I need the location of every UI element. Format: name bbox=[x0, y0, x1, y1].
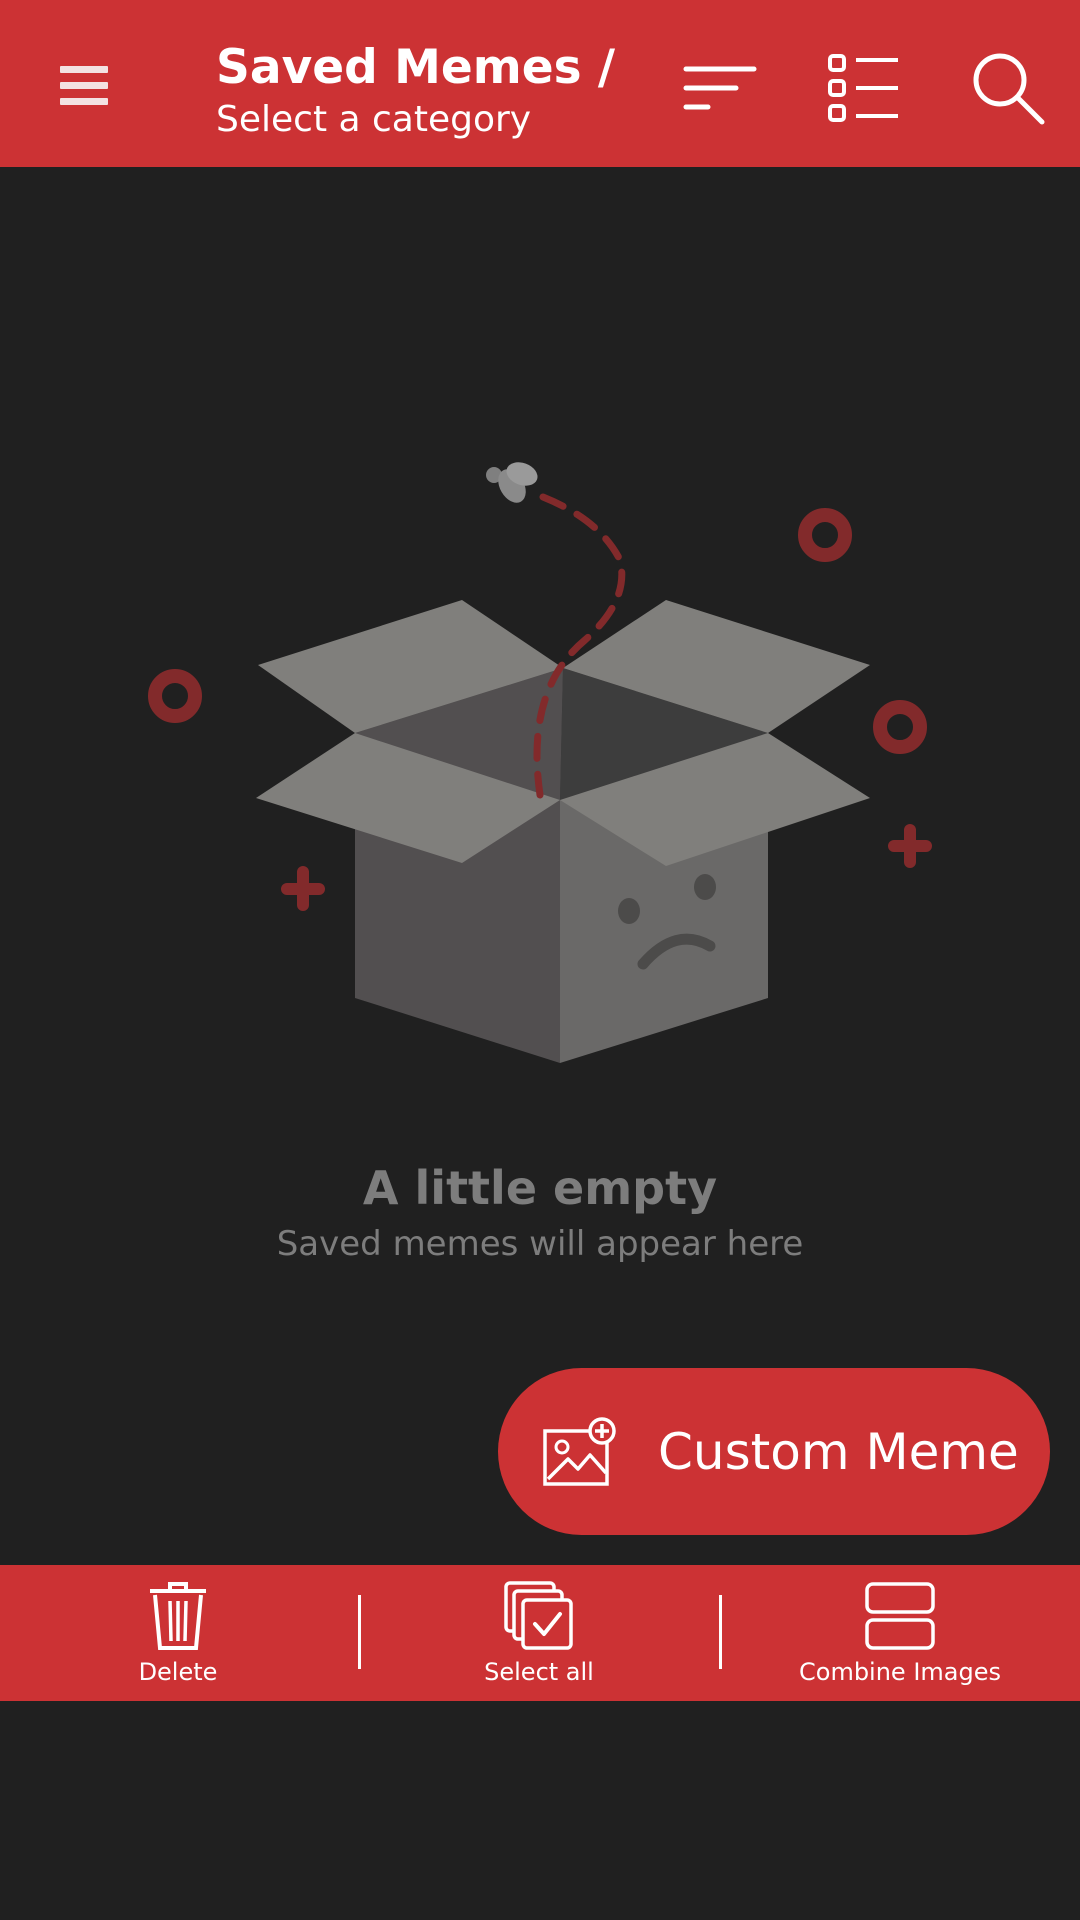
ring-decoration bbox=[873, 700, 927, 754]
search-icon bbox=[973, 53, 1045, 125]
custom-meme-label: Custom Meme bbox=[658, 1422, 1019, 1481]
combine-images-button[interactable]: Combine Images bbox=[750, 1565, 1050, 1701]
divider bbox=[358, 1595, 361, 1669]
search-button[interactable] bbox=[958, 38, 1058, 138]
select-all-label: Select all bbox=[484, 1658, 594, 1686]
ring-decoration bbox=[798, 508, 852, 562]
page-title: Saved Memes / ... bbox=[216, 40, 636, 95]
menu-button[interactable] bbox=[36, 38, 132, 134]
fly-icon bbox=[486, 462, 538, 503]
menu-icon bbox=[60, 66, 108, 105]
combine-images-label: Combine Images bbox=[799, 1658, 1001, 1686]
sort-button[interactable] bbox=[670, 38, 770, 138]
custom-meme-button[interactable]: Custom Meme bbox=[498, 1368, 1050, 1535]
divider bbox=[719, 1595, 722, 1669]
view-list-icon bbox=[828, 54, 898, 122]
empty-state: A little empty Saved memes will appear h… bbox=[0, 1160, 1080, 1268]
empty-box-illustration bbox=[148, 462, 932, 1063]
empty-state-title: A little empty bbox=[362, 1161, 718, 1215]
combine-images-icon bbox=[855, 1580, 945, 1652]
ring-decoration bbox=[148, 669, 202, 723]
trash-icon bbox=[133, 1580, 223, 1652]
face-eye bbox=[694, 874, 716, 900]
top-app-bar: Saved Memes / ... Select a category bbox=[0, 0, 1080, 167]
bottom-action-bar: Delete Select all Combine Images bbox=[0, 1565, 1080, 1701]
title-block[interactable]: Saved Memes / ... Select a category bbox=[216, 38, 636, 142]
add-image-icon bbox=[542, 1416, 618, 1487]
select-all-icon bbox=[494, 1580, 584, 1652]
delete-button[interactable]: Delete bbox=[28, 1565, 328, 1701]
empty-state-subtitle: Saved memes will appear here bbox=[276, 1224, 804, 1264]
app-screen: Saved Memes / ... Select a category bbox=[0, 0, 1080, 1920]
face-eye bbox=[618, 898, 640, 924]
plus-decoration bbox=[888, 824, 932, 868]
sort-icon bbox=[683, 66, 757, 110]
plus-decoration bbox=[281, 866, 325, 911]
select-all-button[interactable]: Select all bbox=[389, 1565, 689, 1701]
view-mode-button[interactable] bbox=[814, 38, 914, 138]
page-subtitle: Select a category bbox=[216, 99, 532, 140]
delete-label: Delete bbox=[138, 1658, 218, 1686]
